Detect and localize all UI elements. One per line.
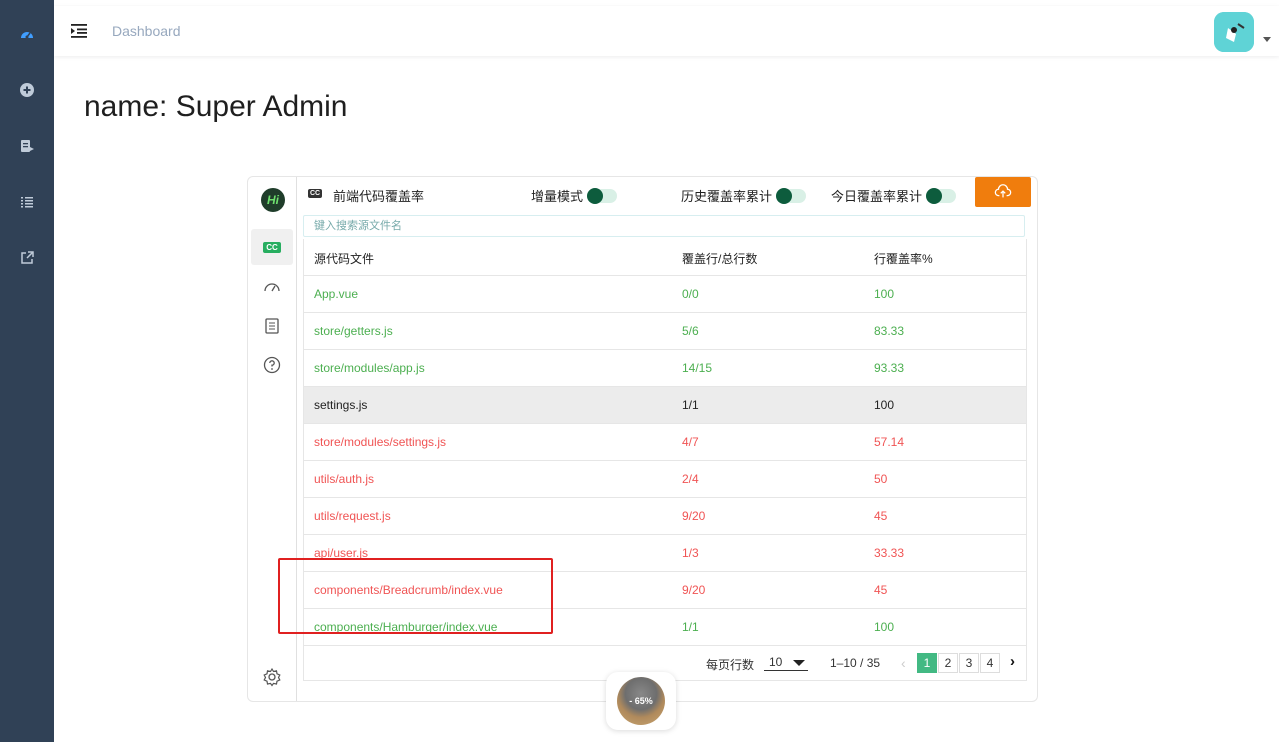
lines-cell: 1/1 [682,620,699,634]
sidebar-item-example[interactable] [0,68,54,112]
table-row[interactable]: store/modules/settings.js 4/7 57.14 [304,424,1026,461]
sidebar-item-external-link[interactable] [0,236,54,280]
cc-icon: CC [263,241,281,253]
dropdown-arrow-icon [793,660,805,666]
search-input[interactable] [303,215,1025,237]
sidebar-item-form[interactable] [0,124,54,168]
panel-title: 前端代码覆盖率 [333,189,425,204]
panel-header: CC 前端代码覆盖率 增量模式 历史覆盖率累计 今日覆盖率累计 [304,177,1037,215]
file-cell[interactable]: settings.js [314,398,367,412]
column-header-file[interactable]: 源代码文件 [314,250,374,267]
lines-cell: 14/15 [682,361,713,375]
add-circle-icon [20,83,34,97]
rate-cell: 33.33 [874,546,905,560]
prev-page-button[interactable]: ‹ [901,655,906,671]
sidebar [0,0,54,742]
rate-cell: 50 [874,472,888,486]
file-cell[interactable]: store/modules/app.js [314,361,425,375]
toggle-label: 历史覆盖率累计 [681,189,773,204]
lines-cell: 1/3 [682,546,699,560]
sidebar-item-nested[interactable] [0,180,54,224]
avatar-image-icon [1214,12,1254,52]
lines-cell: 2/4 [682,472,699,486]
lines-cell: 1/1 [682,398,699,412]
zoom-level-badge: - 65% [617,677,665,725]
table-row[interactable]: App.vue 0/0 100 [304,276,1026,313]
page-button-1[interactable]: 1 [917,653,937,673]
table-row[interactable]: store/modules/app.js 14/15 93.33 [304,350,1026,387]
external-link-icon [21,251,34,264]
settings-gear-icon[interactable] [262,667,282,687]
lines-cell: 4/7 [682,435,699,449]
rate-cell: 45 [874,583,888,597]
table-row[interactable]: settings.js 1/1 100 [304,387,1026,424]
notebook-icon [265,318,279,334]
help-tab[interactable] [258,351,286,379]
breadcrumb[interactable]: Dashboard [112,23,181,39]
highlight-annotation-box [278,558,553,634]
form-icon [21,140,34,152]
rate-cell: 100 [874,398,895,412]
help-circle-icon [263,356,281,374]
toggle-switch[interactable] [587,187,618,204]
file-cell[interactable]: utils/auth.js [314,472,374,486]
hamburger-icon[interactable] [69,21,89,41]
file-cell[interactable]: utils/request.js [314,509,391,523]
table-row[interactable]: utils/request.js 9/20 45 [304,498,1026,535]
rate-cell: 100 [874,287,895,301]
toggle-history-accumulate[interactable]: 历史覆盖率累计 [681,186,807,205]
navbar: Dashboard [54,6,1279,56]
rows-per-page-value: 10 [769,655,783,669]
rate-cell: 83.33 [874,324,905,338]
speedometer-icon [264,283,280,292]
performance-tab[interactable] [258,273,286,301]
table-row[interactable]: utils/auth.js 2/4 50 [304,461,1026,498]
avatar[interactable] [1214,12,1254,52]
list-icon [21,197,33,208]
rows-per-page-select[interactable]: 10 [764,654,808,671]
lines-cell: 0/0 [682,287,699,301]
toggle-label: 增量模式 [531,189,584,204]
toggle-label: 今日覆盖率累计 [831,189,923,204]
lines-cell: 9/20 [682,509,706,523]
page-range-text: 1–10 / 35 [830,656,881,670]
report-tab[interactable] [258,312,286,340]
coverage-tab[interactable]: CC [258,233,286,261]
page-button-2[interactable]: 2 [938,653,958,673]
file-cell[interactable]: store/getters.js [314,324,393,338]
page-button-4[interactable]: 4 [980,653,1000,673]
hi-logo: Hi [261,188,285,212]
rate-cell: 93.33 [874,361,905,375]
rate-cell: 57.14 [874,435,905,449]
zoom-widget[interactable]: - 65% [606,672,676,730]
dashboard-icon [21,32,33,39]
page-button-3[interactable]: 3 [959,653,979,673]
toggle-switch[interactable] [926,187,957,204]
user-menu-caret-icon[interactable] [1263,37,1271,42]
cc-icon: CC [308,189,323,198]
sidebar-item-dashboard[interactable] [0,12,54,56]
toggle-today-accumulate[interactable]: 今日覆盖率累计 [831,186,957,205]
page-title: name: Super Admin [84,90,348,123]
lines-cell: 5/6 [682,324,699,338]
file-cell[interactable]: App.vue [314,287,358,301]
upload-button[interactable] [975,177,1031,207]
column-header-rate[interactable]: 行覆盖率% [874,250,933,267]
lines-cell: 9/20 [682,583,706,597]
column-header-lines[interactable]: 覆盖行/总行数 [682,250,757,267]
rate-cell: 100 [874,620,895,634]
next-page-button[interactable]: › [1010,653,1015,670]
rows-per-page-label: 每页行数 [706,658,755,672]
table-header-row: 源代码文件 覆盖行/总行数 行覆盖率% [304,239,1026,276]
table-row[interactable]: store/getters.js 5/6 83.33 [304,313,1026,350]
toggle-switch[interactable] [776,187,807,204]
file-cell[interactable]: store/modules/settings.js [314,435,446,449]
cloud-upload-icon [994,184,1012,198]
toggle-incremental-mode[interactable]: 增量模式 [531,186,618,205]
rate-cell: 45 [874,509,888,523]
